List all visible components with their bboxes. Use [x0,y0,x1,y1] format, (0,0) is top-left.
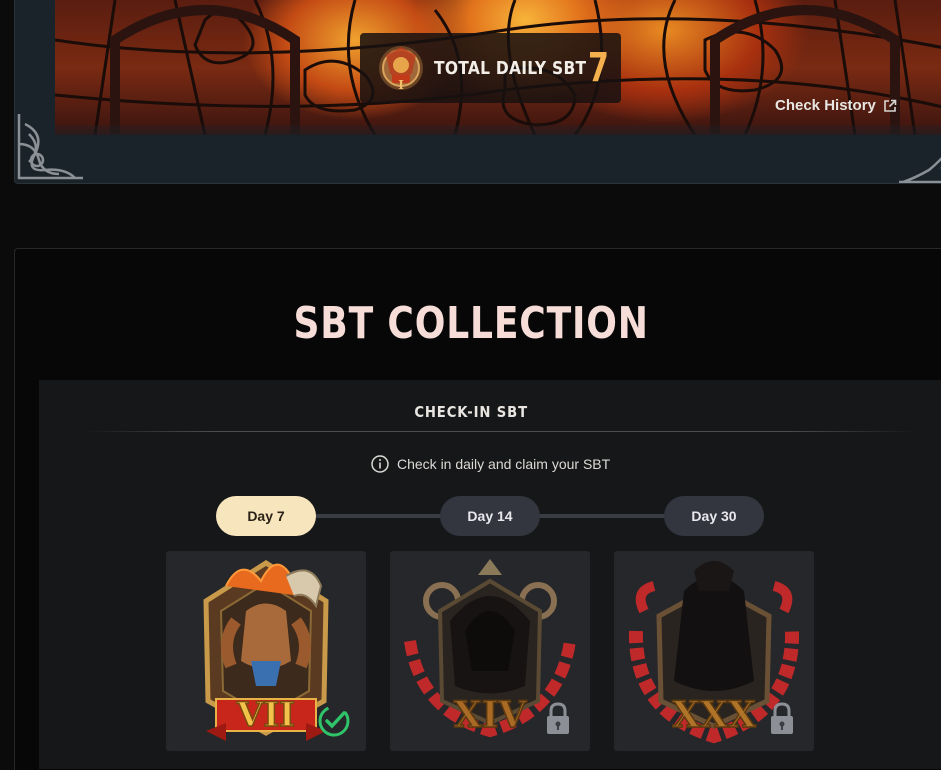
sbt-card-day-7[interactable]: VII [166,551,366,751]
badge-numeral: XXX [672,694,756,736]
day-7-tab[interactable]: Day 7 [216,496,316,536]
checkin-sbt-heading: CHECK-IN SBT [414,403,529,421]
check-history-link[interactable]: Check History [775,97,897,114]
day-30-tab[interactable]: Day 30 [664,496,764,536]
day-7-label: Day 7 [247,508,285,524]
total-daily-sbt-badge: I TOTAL DAILY SBT 7 [360,33,621,103]
day-30-label: Day 30 [691,508,737,524]
claimed-check-icon [318,705,350,737]
sbt-medal-icon: I [379,46,423,91]
svg-text:I: I [398,78,404,91]
check-history-label: Check History [775,97,876,114]
lock-icon [547,702,569,734]
sbt-card-day-14[interactable]: XIV [390,551,590,751]
celtic-knot-corner-left [17,114,83,180]
daily-sbt-banner: I TOTAL DAILY SBT 7 Check History [14,0,941,184]
celtic-knot-corner-right [899,157,941,183]
info-icon [371,455,389,473]
lock-icon [771,702,793,734]
day-14-label: Day 14 [467,508,513,524]
badge-numeral: VII [236,695,295,735]
sbt-card-day-30[interactable]: XXX [614,551,814,751]
total-daily-sbt-label: TOTAL DAILY SBT [434,58,587,79]
external-link-icon [884,99,897,112]
heading-divider [86,431,916,432]
checkin-info-text: Check in daily and claim your SBT [397,456,611,472]
badge-numeral: XIV [454,694,528,736]
section-title: SBT COLLECTION [293,298,649,349]
checkin-info: Check in daily and claim your SBT [371,455,610,473]
day-14-tab[interactable]: Day 14 [440,496,540,536]
total-daily-sbt-count: 7 [588,45,609,91]
